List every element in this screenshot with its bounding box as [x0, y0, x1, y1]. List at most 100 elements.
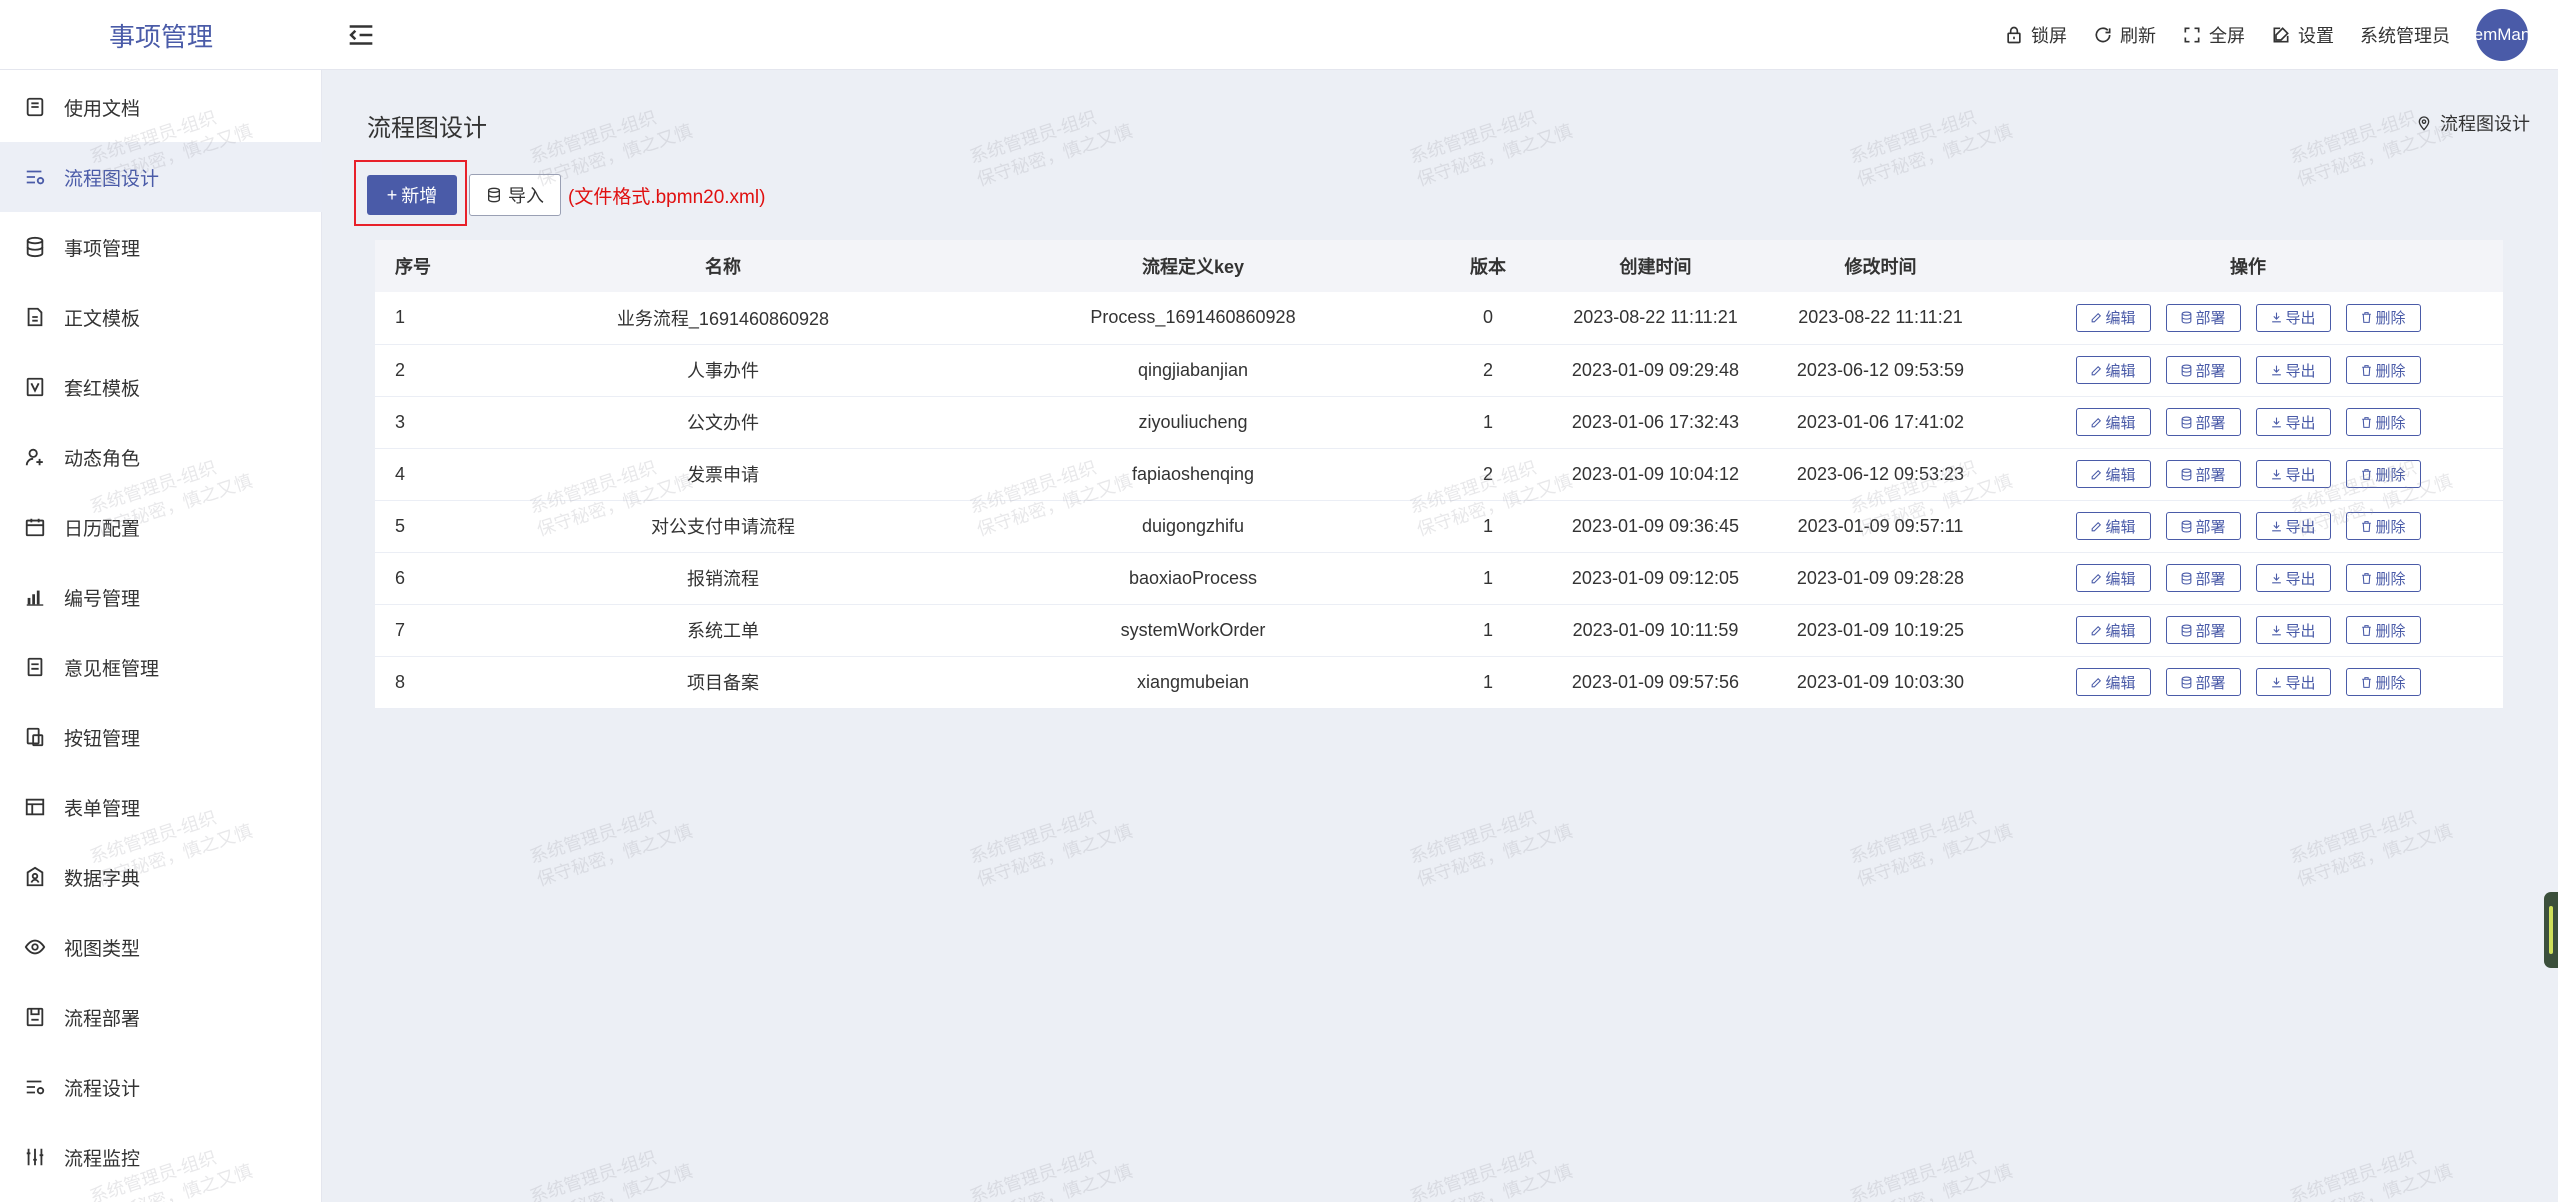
app-title: 事项管理: [108, 21, 213, 52]
plus-icon: +: [386, 184, 398, 205]
action-label: 部署: [2195, 518, 2226, 536]
delete-button[interactable]: 删除: [2345, 512, 2421, 540]
top-header: 事项管理 锁屏 刷新 全屏 设置 系统管理员 emMan: [0, 0, 2558, 70]
deploy-button[interactable]: 部署: [2165, 512, 2241, 540]
cell-created: 2023-08-22 11:11:21: [1573, 307, 1738, 328]
table-row[interactable]: 3 公文办件 ziyouliucheng 1 2023-01-06 17:32:43 20…: [375, 396, 2503, 448]
cell-version: 2: [1482, 463, 1493, 484]
sidebar-item-calendar[interactable]: 日历配置: [0, 492, 322, 562]
deploy-button[interactable]: 部署: [2165, 408, 2241, 436]
export-button[interactable]: 导出: [2255, 512, 2331, 540]
table-row[interactable]: 8 项目备案 xiangmubeian 1 2023-01-09 09:57:56 202…: [375, 656, 2503, 708]
action-label: 删除: [2375, 362, 2406, 380]
cell-key: fapiaoshenqing: [1131, 463, 1255, 484]
table-row[interactable]: 5 对公支付申请流程 duigongzhifu 1 2023-01-09 09:36:4…: [375, 500, 2503, 552]
add-button[interactable]: + 新增: [367, 175, 457, 215]
export-button[interactable]: 导出: [2255, 408, 2331, 436]
download-icon: [2272, 625, 2282, 635]
action-label: 删除: [2375, 570, 2406, 588]
sidebar-item-button-mgmt[interactable]: 按钮管理: [0, 702, 322, 772]
sidebar-item-flow-monitor[interactable]: 流程监控: [0, 1122, 322, 1192]
action-label: 部署: [2195, 674, 2226, 692]
edit-button[interactable]: 编辑: [2075, 356, 2151, 384]
table-row[interactable]: 7 系统工单 systemWorkOrder 1 2023-01-09 10:11:59…: [375, 604, 2503, 656]
edit-button[interactable]: 编辑: [2075, 408, 2151, 436]
deploy-button[interactable]: 部署: [2165, 564, 2241, 592]
delete-button[interactable]: 删除: [2345, 668, 2421, 696]
sidebar-item-comment-box[interactable]: 意见框管理: [0, 632, 322, 702]
sidebar-item-view-type[interactable]: 视图类型: [0, 912, 322, 982]
delete-button[interactable]: 删除: [2345, 303, 2421, 332]
deploy-button[interactable]: 部署: [2165, 616, 2241, 644]
edit-button[interactable]: 编辑: [2075, 668, 2151, 696]
table-row[interactable]: 2 人事办件 qingjiabanjian 2 2023-01-09 09:29:48 2…: [375, 344, 2503, 396]
delete-button[interactable]: 删除: [2345, 616, 2421, 644]
flow-icon: [26, 1080, 45, 1095]
avatar[interactable]: emMan: [2476, 9, 2528, 61]
action-label: 删除: [2375, 674, 2406, 692]
export-button[interactable]: 导出: [2255, 668, 2331, 696]
cell-name: 发票申请: [687, 465, 759, 485]
sidebar-item-numbering[interactable]: 编号管理: [0, 562, 322, 632]
deploy-button[interactable]: 部署: [2165, 303, 2241, 332]
edit-button[interactable]: 编辑: [2075, 460, 2151, 488]
sidebar-item-matters[interactable]: 事项管理: [0, 212, 322, 282]
side-scroll-handle[interactable]: [2544, 892, 2558, 968]
edit-settings-icon: [2273, 27, 2289, 43]
refresh-button[interactable]: 刷新: [2093, 22, 2156, 48]
deploy-icon: [2182, 364, 2192, 376]
action-label: 导出: [2285, 310, 2316, 328]
comment-box-icon: [27, 657, 43, 677]
cell-key: systemWorkOrder: [1120, 619, 1266, 640]
delete-button[interactable]: 删除: [2345, 460, 2421, 488]
menu-collapse-icon[interactable]: [344, 18, 378, 52]
export-button[interactable]: 导出: [2255, 356, 2331, 384]
cell-version: 1: [1482, 671, 1493, 692]
lock-screen-button[interactable]: 锁屏: [2004, 22, 2067, 48]
deploy-button[interactable]: 部署: [2165, 356, 2241, 384]
table-row[interactable]: 6 报销流程 baoxiaoProcess 1 2023-01-09 09:12:05 2…: [375, 552, 2503, 604]
sidebar-item-flow-design[interactable]: 流程图设计: [0, 142, 322, 212]
fullscreen-button[interactable]: 全屏: [2182, 22, 2245, 48]
action-label: 删除: [2375, 310, 2406, 328]
export-button[interactable]: 导出: [2255, 303, 2331, 332]
fullscreen-icon: [2184, 27, 2200, 43]
import-button[interactable]: 导入: [469, 174, 561, 216]
sidebar-item-text-template[interactable]: 正文模板: [0, 282, 322, 352]
cell-no: 3: [395, 411, 406, 432]
cell-name: 报销流程: [687, 569, 759, 589]
cell-actions: 编辑 部署 导出 删除: [1993, 552, 2503, 604]
deploy-button[interactable]: 部署: [2165, 460, 2241, 488]
delete-button[interactable]: 删除: [2345, 408, 2421, 436]
sidebar-item-dynamic-role[interactable]: 动态角色: [0, 422, 322, 492]
export-button[interactable]: 导出: [2255, 460, 2331, 488]
sidebar-item-flow[interactable]: 流程设计: [0, 1052, 322, 1122]
sidebar-item-red-template[interactable]: 套红模板: [0, 352, 322, 422]
table-row[interactable]: 4 发票申请 fapiaoshenqing 2 2023-01-09 10:04:12 2…: [375, 448, 2503, 500]
delete-button[interactable]: 删除: [2345, 356, 2421, 384]
action-label: 编辑: [2105, 674, 2136, 692]
action-label: 部署: [2195, 414, 2226, 432]
export-button[interactable]: 导出: [2255, 564, 2331, 592]
sidebar-item-docs[interactable]: 使用文档: [0, 72, 322, 142]
deploy-button[interactable]: 部署: [2165, 668, 2241, 696]
import-button-label: 导入: [508, 186, 544, 206]
table-row[interactable]: 1 业务流程_1691460860928 Process_1691460860928…: [375, 292, 2503, 344]
edit-button[interactable]: 编辑: [2075, 512, 2151, 540]
edit-button[interactable]: 编辑: [2075, 564, 2151, 592]
settings-button[interactable]: 设置: [2271, 22, 2334, 48]
export-button[interactable]: 导出: [2255, 616, 2331, 644]
action-label: 导出: [2285, 518, 2316, 536]
edit-button[interactable]: 编辑: [2075, 303, 2151, 332]
sidebar-item-flow-deploy[interactable]: 流程部署: [0, 982, 322, 1052]
sidebar-item-form-mgmt[interactable]: 表单管理: [0, 772, 322, 842]
edit-button[interactable]: 编辑: [2075, 616, 2151, 644]
cell-name: 业务流程_1691460860928: [616, 308, 830, 329]
user-name[interactable]: 系统管理员: [2360, 22, 2450, 48]
action-label: 删除: [2375, 466, 2406, 484]
deploy-icon: [2182, 311, 2192, 324]
sidebar-item-dictionary[interactable]: 数据字典: [0, 842, 322, 912]
delete-button[interactable]: 删除: [2345, 564, 2421, 592]
download-icon: [2272, 521, 2282, 531]
deploy-icon: [2182, 572, 2192, 584]
